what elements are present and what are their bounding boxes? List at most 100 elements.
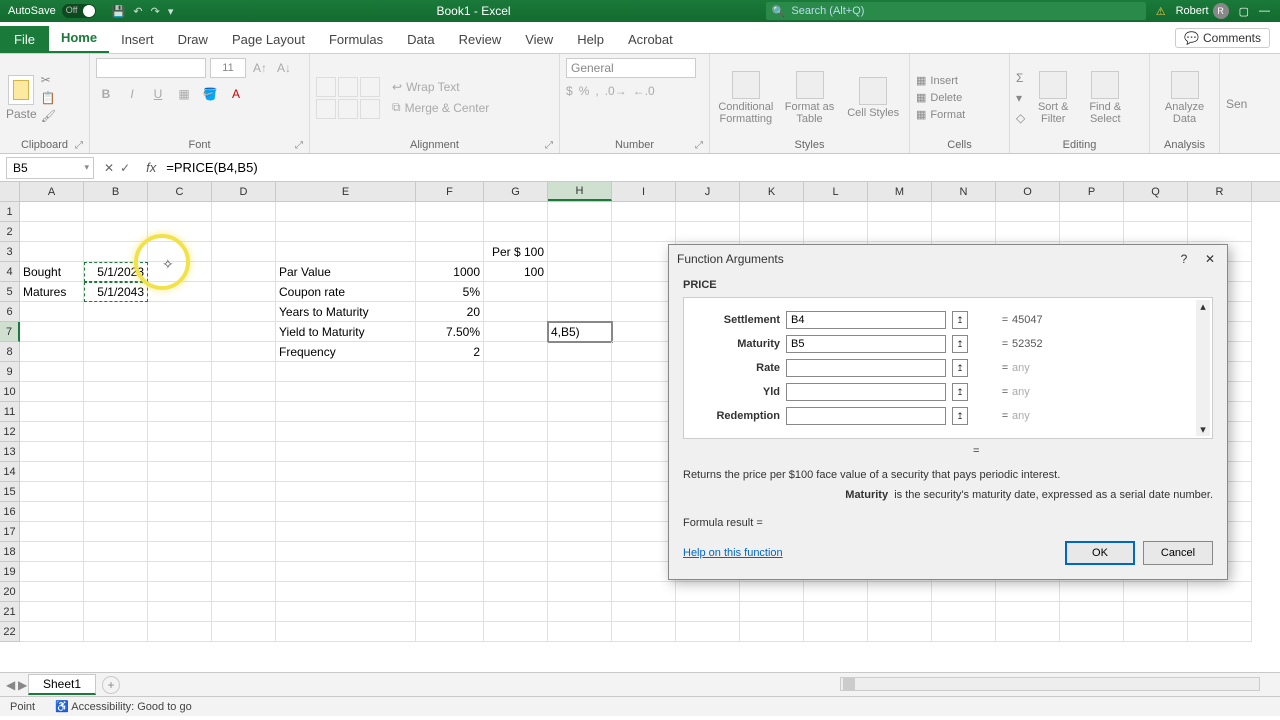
cell-I14[interactable] [612,462,676,482]
cell-E19[interactable] [276,562,416,582]
help-link[interactable]: Help on this function [683,547,783,559]
decrease-decimal-icon[interactable]: ←.0 [633,84,655,98]
cell-K2[interactable] [740,222,804,242]
tab-help[interactable]: Help [565,26,616,53]
cell-A14[interactable] [20,462,84,482]
cell-H4[interactable] [548,262,612,282]
cell-R2[interactable] [1188,222,1252,242]
increase-decimal-icon[interactable]: .0→ [605,84,627,98]
cell-P21[interactable] [1060,602,1124,622]
cell-B22[interactable] [84,622,148,642]
font-name-select[interactable] [96,58,206,78]
cell-F21[interactable] [416,602,484,622]
col-header[interactable]: O [996,182,1060,201]
row-header[interactable]: 21 [0,602,20,622]
cell-H5[interactable] [548,282,612,302]
cell-A9[interactable] [20,362,84,382]
cell-G15[interactable] [484,482,548,502]
increase-font-icon[interactable]: A↑ [250,58,270,78]
fill-icon[interactable]: ▾ [1016,91,1025,105]
cell-C2[interactable] [148,222,212,242]
fill-color-icon[interactable]: 🪣 [200,84,220,104]
cell-F22[interactable] [416,622,484,642]
col-header[interactable]: A [20,182,84,201]
currency-icon[interactable]: $ [566,84,573,98]
tab-data[interactable]: Data [395,26,446,53]
search-box[interactable]: 🔍 Search (Alt+Q) [766,2,1146,20]
cell-H21[interactable] [548,602,612,622]
cell-R22[interactable] [1188,622,1252,642]
cell-D18[interactable] [212,542,276,562]
cell-M1[interactable] [868,202,932,222]
cell-E15[interactable] [276,482,416,502]
ok-button[interactable]: OK [1065,541,1135,565]
cell-Q20[interactable] [1124,582,1188,602]
col-header[interactable]: I [612,182,676,201]
cell-I20[interactable] [612,582,676,602]
cell-D7[interactable] [212,322,276,342]
cell-E8[interactable]: Frequency [276,342,416,362]
cell-H13[interactable] [548,442,612,462]
cell-A7[interactable] [20,322,84,342]
cell-I9[interactable] [612,362,676,382]
cell-B11[interactable] [84,402,148,422]
cell-J2[interactable] [676,222,740,242]
cell-B7[interactable] [84,322,148,342]
cell-B19[interactable] [84,562,148,582]
dialog-help-icon[interactable]: ? [1175,252,1193,266]
cell-F4[interactable]: 1000 [416,262,484,282]
cell-H2[interactable] [548,222,612,242]
cell-L1[interactable] [804,202,868,222]
number-format-select[interactable]: General [566,58,696,78]
cell-O2[interactable] [996,222,1060,242]
cancel-formula-icon[interactable]: ✕ [104,161,114,175]
alignment-grid[interactable] [316,77,380,119]
cell-P20[interactable] [1060,582,1124,602]
cell-B15[interactable] [84,482,148,502]
col-header[interactable]: K [740,182,804,201]
cell-E3[interactable] [276,242,416,262]
fx-icon[interactable]: fx [140,160,162,175]
cell-B2[interactable] [84,222,148,242]
cell-G16[interactable] [484,502,548,522]
cell-D21[interactable] [212,602,276,622]
cell-B9[interactable] [84,362,148,382]
cell-D6[interactable] [212,302,276,322]
cell-M22[interactable] [868,622,932,642]
cell-P2[interactable] [1060,222,1124,242]
row-header[interactable]: 5 [0,282,20,302]
copy-icon[interactable]: 📋 [41,91,56,105]
col-header[interactable]: D [212,182,276,201]
cell-D5[interactable] [212,282,276,302]
cell-H19[interactable] [548,562,612,582]
clear-icon[interactable]: ◇ [1016,111,1025,125]
cell-E6[interactable]: Years to Maturity [276,302,416,322]
add-sheet-button[interactable]: + [102,676,120,694]
save-icon[interactable]: 💾 [112,5,126,18]
col-header[interactable]: Q [1124,182,1188,201]
cell-F12[interactable] [416,422,484,442]
cell-B8[interactable] [84,342,148,362]
cell-Q22[interactable] [1124,622,1188,642]
cell-B21[interactable] [84,602,148,622]
sheet-tab[interactable]: Sheet1 [28,674,96,695]
cell-R1[interactable] [1188,202,1252,222]
cell-I12[interactable] [612,422,676,442]
number-launcher-icon[interactable]: ⤢ [695,140,703,151]
cell-N1[interactable] [932,202,996,222]
border-icon[interactable]: ▦ [174,84,194,104]
cell-F19[interactable] [416,562,484,582]
cell-A15[interactable] [20,482,84,502]
cell-E5[interactable]: Coupon rate [276,282,416,302]
col-header[interactable]: N [932,182,996,201]
cell-E14[interactable] [276,462,416,482]
cell-B3[interactable] [84,242,148,262]
col-header[interactable]: M [868,182,932,201]
cell-E13[interactable] [276,442,416,462]
cell-K22[interactable] [740,622,804,642]
cell-B6[interactable] [84,302,148,322]
cell-N22[interactable] [932,622,996,642]
cell-F18[interactable] [416,542,484,562]
row-header[interactable]: 17 [0,522,20,542]
cell-E12[interactable] [276,422,416,442]
